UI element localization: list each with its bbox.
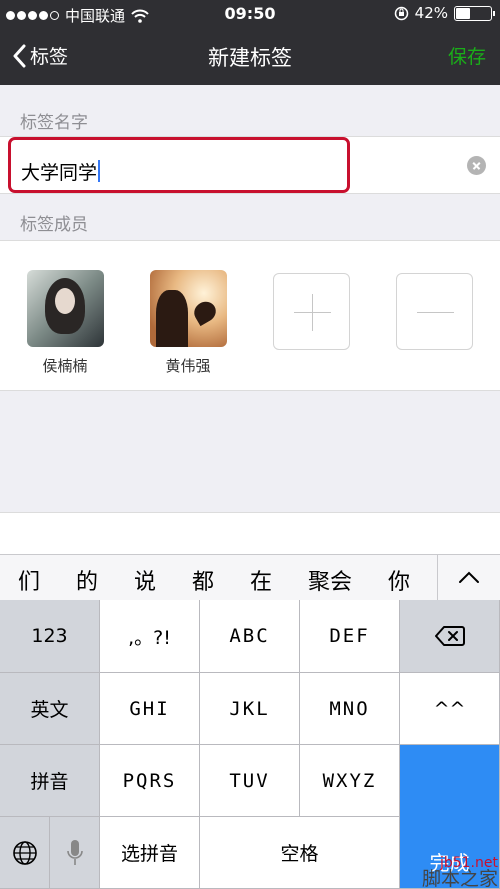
- navigation-bar: 标签 新建标签 保存: [0, 28, 500, 85]
- candidate-bar: 们 的 说 都 在 聚会 你: [0, 554, 500, 601]
- orientation-lock-icon: [394, 6, 408, 20]
- key-pqrs[interactable]: PQRS: [100, 745, 200, 817]
- member-name: 黄伟强: [165, 357, 211, 375]
- avatar: [26, 270, 104, 347]
- key-jkl[interactable]: JKL: [200, 673, 300, 745]
- key-wxyz[interactable]: WXYZ: [300, 745, 400, 817]
- key-emoticon[interactable]: ^^: [400, 673, 500, 745]
- battery-icon: [454, 5, 495, 21]
- member-item[interactable]: 黄伟强: [148, 270, 228, 376]
- empty-row: [0, 512, 500, 554]
- microphone-icon: [66, 839, 83, 865]
- tag-name-value: 大学同学: [21, 161, 98, 184]
- tag-members-section-label: 标签成员: [20, 215, 88, 235]
- key-abc[interactable]: ABC: [200, 600, 300, 673]
- avatar: [149, 270, 227, 347]
- key-def[interactable]: DEF: [300, 600, 400, 673]
- status-bar: 中国联通 09:50 42%: [0, 0, 500, 28]
- key-mno[interactable]: MNO: [300, 673, 400, 745]
- clear-text-icon[interactable]: [467, 156, 486, 175]
- globe-icon: [12, 840, 37, 865]
- watermark: jb51.net 脚本之家: [421, 855, 498, 889]
- add-member-button[interactable]: [273, 273, 350, 350]
- candidate-word[interactable]: 你: [388, 564, 410, 596]
- member-name: 侯楠楠: [42, 357, 88, 375]
- candidate-word[interactable]: 说: [134, 564, 156, 596]
- watermark-text: 脚本之家: [421, 868, 498, 889]
- microphone-key[interactable]: [50, 817, 100, 889]
- battery-percent: 42%: [414, 4, 448, 22]
- backspace-key[interactable]: [400, 600, 500, 673]
- key-ghi[interactable]: GHI: [100, 673, 200, 745]
- minus-icon: [417, 312, 454, 313]
- candidate-word[interactable]: 的: [76, 564, 98, 596]
- tag-name-row: 大学同学: [0, 136, 500, 194]
- backspace-icon: [434, 626, 465, 646]
- candidate-word[interactable]: 聚会: [308, 564, 352, 596]
- candidate-word[interactable]: 都: [192, 564, 214, 596]
- key-pinyin[interactable]: 拼音: [0, 745, 100, 817]
- key-select-pinyin[interactable]: 选拼音: [100, 817, 200, 889]
- key-punctuation[interactable]: ,。?!: [100, 600, 200, 673]
- expand-candidates-button[interactable]: [437, 555, 500, 601]
- battery-group: 42%: [394, 4, 495, 22]
- space-key[interactable]: 空格: [200, 817, 400, 889]
- key-numbers[interactable]: 123: [0, 600, 100, 673]
- remove-member-button[interactable]: [396, 273, 473, 350]
- candidate-word[interactable]: 在: [250, 564, 272, 596]
- key-tuv[interactable]: TUV: [200, 745, 300, 817]
- members-panel: 侯楠楠 黄伟强: [0, 240, 500, 391]
- text-caret: [98, 160, 101, 182]
- save-button[interactable]: 保存: [448, 42, 486, 69]
- tag-name-section-label: 标签名字: [20, 113, 88, 133]
- page-title: 新建标签: [208, 46, 292, 70]
- chevron-up-icon: [459, 571, 479, 583]
- tag-name-input[interactable]: 大学同学: [8, 137, 350, 193]
- key-english[interactable]: 英文: [0, 673, 100, 745]
- candidate-word[interactable]: 们: [18, 564, 40, 596]
- member-item[interactable]: 侯楠楠: [25, 270, 105, 376]
- globe-key[interactable]: [0, 817, 50, 889]
